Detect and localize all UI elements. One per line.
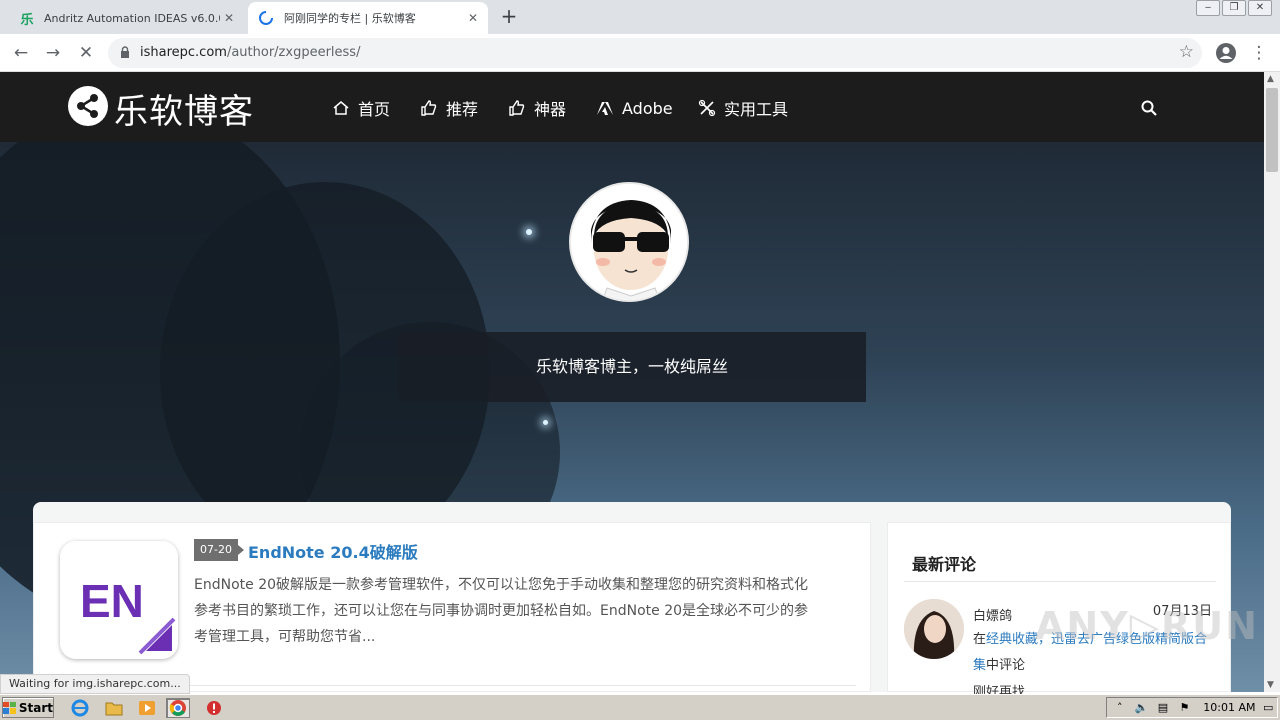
endnote-thumbnail[interactable]: EN [60, 541, 178, 659]
close-tab-icon[interactable]: ✕ [220, 11, 238, 25]
back-arrow-icon[interactable]: ← [10, 42, 32, 64]
minimize-button[interactable]: ‒ [1196, 0, 1220, 16]
post-date-badge: 07-20 [194, 539, 244, 561]
lock-icon [121, 46, 129, 58]
taskbar-clock[interactable]: 10:01 AM [1203, 701, 1255, 714]
tab-andritz[interactable]: 乐 Andritz Automation IDEAS v6.0.0破解 ✕ [8, 2, 244, 34]
tools-icon [698, 99, 716, 117]
close-window-button[interactable]: ✕ [1248, 0, 1272, 16]
share-logo-icon[interactable] [68, 86, 108, 126]
system-tray: ˄ 🔈 ▤ ⚑ 10:01 AM ▭ [1106, 697, 1278, 718]
start-label: Start [18, 700, 53, 715]
tab-title: 阿刚同学的专栏 | 乐软博客 [284, 12, 416, 25]
nav-label: 实用工具 [724, 100, 789, 119]
author-avatar[interactable] [569, 182, 689, 302]
windows-logo-icon [3, 701, 16, 714]
address-bar[interactable]: isharepc.com/author/zxgpeerless/ ☆ [108, 38, 1202, 68]
new-tab-button[interactable]: + [498, 6, 520, 28]
star-dot [543, 420, 548, 425]
tray-expand-icon[interactable]: ˄ [1111, 700, 1129, 716]
tab-author-page[interactable]: 阿刚同学的专栏 | 乐软博客 ✕ [248, 2, 488, 34]
post-title-link[interactable]: EndNote 20.4破解版 [248, 539, 418, 563]
site-logo-text[interactable]: 乐软博客 [114, 84, 254, 133]
profile-icon[interactable] [1215, 42, 1237, 64]
bookmark-star-icon[interactable]: ☆ [1179, 42, 1194, 62]
url-text: isharepc.com/author/zxgpeerless/ [140, 45, 360, 60]
author-bio: 乐软博客博主，一枚纯屌丝 [398, 332, 866, 402]
forward-arrow-icon[interactable]: → [42, 42, 64, 64]
start-button[interactable]: Start [2, 697, 54, 718]
site-header: 乐软博客 首页 推荐 神器 Adobe 实用工具 [0, 72, 1264, 142]
stop-loading-icon[interactable]: ✕ [75, 42, 97, 64]
antivirus-alert-icon[interactable] [202, 698, 226, 718]
comment-suffix: 中评论 [986, 658, 1026, 673]
thumbs-up-icon [421, 100, 437, 116]
widget-title: 最新评论 [912, 555, 977, 574]
close-tab-icon[interactable]: ✕ [464, 11, 482, 25]
folder-icon[interactable] [102, 698, 126, 718]
content-area: EN 07-20 EndNote 20.4破解版 EndNote 20破解版是一… [33, 502, 1231, 700]
nav-label: 首页 [358, 100, 391, 119]
divider [904, 581, 1216, 582]
url-domain: isharepc.com [140, 45, 227, 60]
chrome-icon[interactable] [166, 698, 190, 718]
tab-favicon: 乐 [20, 12, 34, 28]
star-dot [526, 229, 532, 235]
scroll-down-arrow-icon[interactable]: ▼ [1267, 680, 1274, 690]
post-card: EN 07-20 EndNote 20.4破解版 EndNote 20破解版是一… [33, 522, 871, 692]
media-player-icon[interactable] [135, 698, 159, 718]
volume-icon[interactable]: 🔈 [1133, 700, 1151, 716]
commenter-name[interactable]: 白嫖鸽 [973, 605, 1012, 624]
tab-strip: 乐 Andritz Automation IDEAS v6.0.0破解 ✕ 阿刚… [0, 0, 1280, 34]
nav-utilities[interactable]: 实用工具 [698, 97, 788, 119]
windows-taskbar: Start ˄ 🔈 ▤ ⚑ 10:01 AM ▭ [0, 694, 1280, 720]
adobe-icon [597, 102, 613, 115]
page-scrollbar[interactable]: ▲ ▼ [1264, 72, 1280, 692]
nav-label: Adobe [622, 98, 673, 118]
tab-title: Andritz Automation IDEAS v6.0.0破解 [44, 12, 220, 25]
post-excerpt: EndNote 20破解版是一款参考管理软件，不仅可以让您免于手动收集和整理您的… [194, 577, 809, 645]
nav-adobe[interactable]: Adobe [596, 97, 673, 119]
nav-label: 推荐 [446, 100, 479, 119]
comment-prefix: 在 [973, 632, 987, 647]
home-icon [333, 101, 349, 115]
endnote-thumb-text: EN [80, 575, 144, 627]
browser-window: { "browser": { "tabs": [ {"title": "Andr… [0, 0, 1280, 720]
nav-home[interactable]: 首页 [332, 97, 390, 119]
anyrun-watermark: ANY▷RUN [1035, 604, 1259, 648]
nav-recommend[interactable]: 推荐 [420, 97, 478, 119]
url-path: /author/zxgpeerless/ [226, 45, 361, 60]
restore-button[interactable]: ❐ [1222, 0, 1246, 16]
browser-toolbar: ← → ✕ isharepc.com/author/zxgpeerless/ ☆… [0, 34, 1280, 72]
loading-status-bubble: Waiting for img.isharepc.com... [0, 674, 190, 694]
commenter-avatar[interactable] [904, 599, 964, 659]
action-center-flag-icon[interactable]: ⚑ [1176, 700, 1194, 716]
window-controls: ‒ ❐ ✕ [1194, 0, 1272, 18]
thumbs-up-icon [509, 100, 525, 116]
nav-label: 神器 [534, 100, 567, 119]
search-icon[interactable] [1140, 99, 1158, 117]
menu-dots-icon[interactable]: ⋮ [1248, 42, 1270, 64]
scroll-up-arrow-icon[interactable]: ▲ [1267, 74, 1274, 84]
show-desktop-icon[interactable]: ▭ [1259, 700, 1277, 716]
loading-spinner-icon [258, 10, 276, 26]
nav-tools-gems[interactable]: 神器 [508, 97, 566, 119]
scrollbar-thumb[interactable] [1266, 88, 1278, 172]
network-icon[interactable]: ▤ [1154, 700, 1172, 716]
ie-icon[interactable] [68, 698, 92, 718]
